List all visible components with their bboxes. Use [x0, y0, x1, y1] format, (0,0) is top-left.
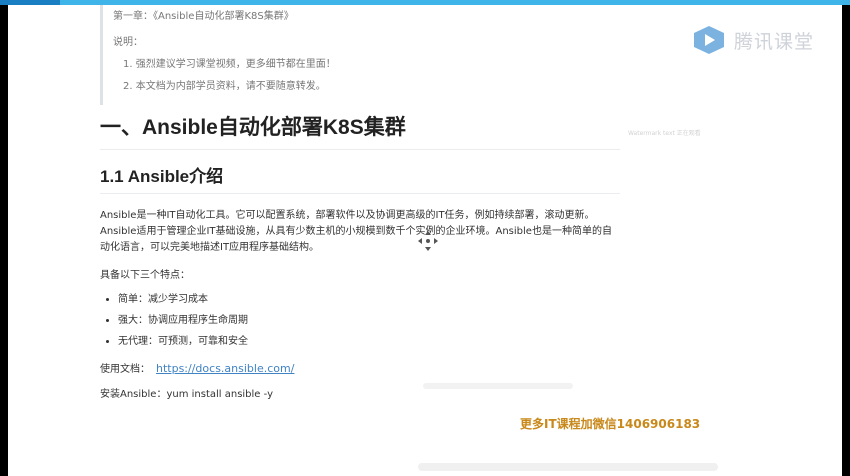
- notice-label: 说明：: [113, 37, 143, 48]
- document-content: 第一章：《Ansible自动化部署K8S集群》 说明： 1. 强烈建议学习课堂视…: [100, 5, 620, 400]
- features-label: 具备以下三个特点：: [100, 270, 190, 281]
- notice-list: 1. 强烈建议学习课堂视频，更多细节都在里面！ 2. 本文档为内部学员资料，请不…: [113, 55, 620, 99]
- watermark-logo-text: 腾讯课堂: [734, 30, 815, 53]
- docs-label: 使用文档：: [100, 364, 150, 375]
- docs-link[interactable]: https://docs.ansible.com/: [156, 362, 294, 375]
- blockquote-notice: 第一章：《Ansible自动化部署K8S集群》 说明： 1. 强烈建议学习课堂视…: [100, 5, 620, 105]
- tencent-classroom-watermark: 腾讯课堂: [690, 24, 814, 56]
- intro-paragraph: Ansible是一种IT自动化工具。它可以配置系统，部署软件以及协调更高级的IT…: [100, 210, 612, 253]
- left-border: [0, 5, 8, 476]
- heading-2: 1.1 Ansible介绍: [100, 162, 620, 194]
- faded-artifact: [423, 383, 573, 389]
- heading-1: 一、Ansible自动化部署K8S集群: [100, 111, 620, 150]
- screen-frame: 第一章：《Ansible自动化部署K8S集群》 说明： 1. 强烈建议学习课堂视…: [0, 0, 850, 476]
- chapter-title: 第一章：《Ansible自动化部署K8S集群》: [113, 11, 294, 22]
- notice-item: 1. 强烈建议学习课堂视频，更多细节都在里面！: [123, 59, 336, 70]
- side-watermark: Watermark text 正在观看: [628, 130, 701, 137]
- promo-overlay-text: 更多IT课程加微信1406906183: [520, 417, 701, 431]
- move-cursor-icon: [417, 230, 439, 256]
- docs-line: 使用文档： https://docs.ansible.com/: [100, 360, 620, 375]
- tencent-classroom-play-icon: [694, 26, 724, 54]
- feature-item: 简单：减少学习成本: [118, 289, 620, 310]
- notice-item: 2. 本文档为内部学员资料，请不要随意转发。: [123, 81, 326, 92]
- feature-item: 无代理：可预测，可靠和安全: [118, 331, 620, 352]
- faded-artifact: [418, 463, 718, 471]
- features-list: 简单：减少学习成本 强大：协调应用程序生命周期 无代理：可预测，可靠和安全: [100, 289, 620, 352]
- right-border: [842, 5, 850, 476]
- feature-item: 强大：协调应用程序生命周期: [118, 310, 620, 331]
